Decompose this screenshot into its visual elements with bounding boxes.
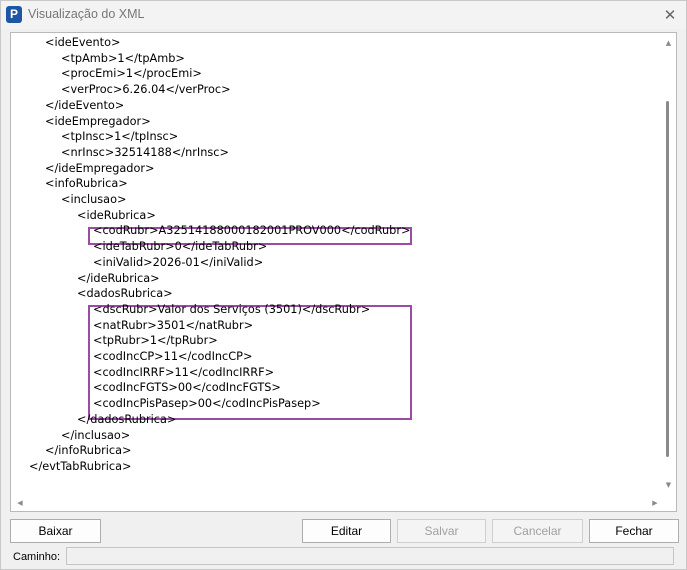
xml-line: <natRubr>3501</natRubr> bbox=[93, 318, 254, 332]
xml-line: <ideEmpregador> bbox=[45, 114, 151, 128]
close-icon[interactable]: ✕ bbox=[658, 3, 682, 27]
xml-line: <ideEvento> bbox=[45, 36, 121, 49]
title-bar: P Visualização do XML ✕ bbox=[1, 1, 686, 29]
scroll-left-icon[interactable]: ◀ bbox=[13, 495, 27, 511]
scroll-up-icon[interactable]: ▲ bbox=[661, 36, 676, 50]
xml-line: <inclusao> bbox=[61, 193, 127, 206]
xml-line: <procEmi>1</procEmi> bbox=[61, 67, 202, 81]
xml-line: </infoRubrica> bbox=[45, 444, 132, 458]
xml-line: <nrInsc>32514188</nrInsc> bbox=[61, 145, 229, 159]
xml-text-view[interactable]: <ideEvento> <tpAmb>1</tpAmb> <procEmi>1</p… bbox=[11, 33, 662, 495]
path-label: Caminho: bbox=[13, 551, 61, 563]
xml-line: </evtTabRubrica> bbox=[29, 459, 132, 473]
xml-line: <dadosRubrica> bbox=[77, 287, 173, 301]
xml-line: <verProc>6.26.04</verProc> bbox=[61, 83, 231, 97]
app-logo-icon: P bbox=[6, 6, 22, 23]
xml-line: <codIncFGTS>00</codIncFGTS> bbox=[93, 381, 281, 395]
window-title: Visualização do XML bbox=[28, 7, 145, 21]
xml-content-panel: <ideEvento> <tpAmb>1</tpAmb> <procEmi>1</p… bbox=[10, 32, 677, 512]
vertical-scroll-thumb[interactable] bbox=[666, 101, 669, 457]
xml-line: </ideRubrica> bbox=[77, 271, 160, 285]
vertical-scrollbar[interactable]: ▲ ▼ bbox=[661, 33, 676, 495]
xml-line: </inclusao> bbox=[61, 428, 131, 442]
xml-line: <ideRubrica> bbox=[77, 208, 156, 222]
xml-line: </ideEmpregador> bbox=[45, 161, 155, 175]
fechar-button[interactable]: Fechar bbox=[589, 519, 679, 543]
xml-line: <codRubr>A32514188000182001PROV000</codR… bbox=[93, 224, 411, 238]
xml-line: <iniValid>2026-01</iniValid> bbox=[93, 255, 264, 269]
xml-line: </dadosRubrica> bbox=[77, 412, 177, 426]
horizontal-scrollbar[interactable]: ◀ ▶ bbox=[11, 495, 662, 511]
editar-button[interactable]: Editar bbox=[302, 519, 391, 543]
scroll-right-icon[interactable]: ▶ bbox=[648, 495, 662, 511]
xml-line: <tpInsc>1</tpInsc> bbox=[61, 130, 179, 144]
scrollbar-corner bbox=[661, 495, 676, 511]
xml-line: <tpAmb>1</tpAmb> bbox=[61, 51, 185, 65]
xml-line: <infoRubrica> bbox=[45, 177, 128, 191]
xml-line: </ideEvento> bbox=[45, 98, 125, 112]
path-field[interactable] bbox=[66, 547, 674, 565]
xml-line: <codIncPisPasep>00</codIncPisPasep> bbox=[93, 397, 321, 411]
xml-viewer-window: P Visualização do XML ✕ <ideEvento> <tpAm… bbox=[0, 0, 687, 570]
xml-line: <codIncCP>11</codIncCP> bbox=[93, 350, 253, 363]
salvar-button[interactable]: Salvar bbox=[397, 519, 486, 543]
scroll-down-icon[interactable]: ▼ bbox=[661, 478, 676, 492]
xml-line: <dscRubr>Valor dos Serviços (3501)</dscR… bbox=[93, 302, 371, 316]
cancelar-button[interactable]: Cancelar bbox=[492, 519, 583, 543]
baixar-button[interactable]: Baixar bbox=[10, 519, 101, 543]
xml-line: <codIncIRRF>11</codIncIRRF> bbox=[93, 365, 275, 379]
xml-line: <tpRubr>1</tpRubr> bbox=[93, 334, 218, 348]
xml-line: <ideTabRubr>0</ideTabRubr> bbox=[93, 240, 268, 254]
